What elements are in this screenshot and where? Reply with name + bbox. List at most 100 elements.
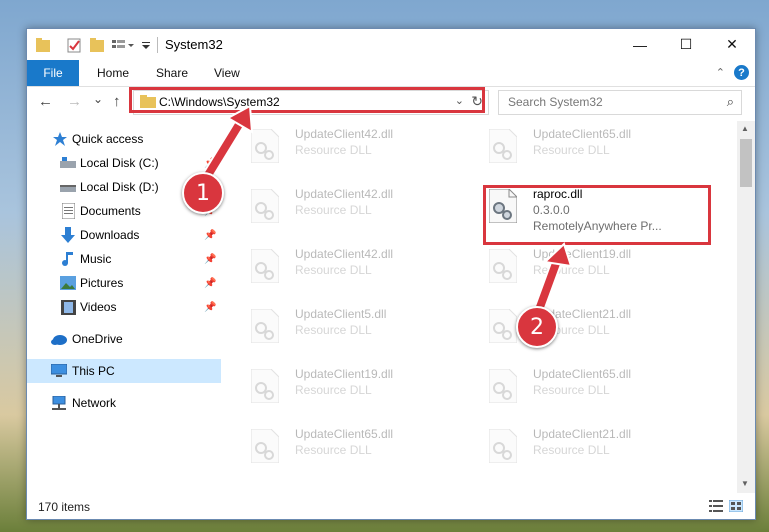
sidebar-item-quick-access[interactable]: Quick access [27, 127, 221, 151]
address-bar[interactable]: C:\Windows\System32 ⌄ ↻ [133, 90, 489, 115]
sidebar-item-pictures[interactable]: Pictures 📌 [27, 271, 221, 295]
file-name: UpdateClient65.dll [533, 367, 632, 381]
computer-icon [51, 363, 67, 379]
cloud-icon [51, 331, 67, 347]
search-icon[interactable]: ⌕ [727, 94, 734, 110]
back-button[interactable]: ← [38, 93, 53, 110]
tab-share[interactable]: Share [156, 60, 188, 86]
up-button[interactable]: ↑ [113, 93, 121, 110]
close-button[interactable]: ✕ [709, 29, 755, 60]
dll-file-icon [489, 369, 517, 403]
pin-icon[interactable]: 📌 [204, 278, 216, 289]
dll-file-icon [251, 309, 279, 343]
tab-file[interactable]: File [27, 60, 79, 86]
customize-toolbar-icon[interactable] [112, 37, 134, 53]
file-name: UpdateClient65.dll [295, 427, 394, 441]
status-bar: 170 items [27, 495, 755, 519]
refresh-icon[interactable]: ↻ [471, 93, 483, 110]
videos-icon [60, 299, 76, 315]
documents-icon [60, 203, 76, 219]
file-tile[interactable]: UpdateClient42.dll Resource DLL [247, 185, 467, 241]
details-view-icon[interactable] [709, 500, 723, 512]
sidebar-item-music[interactable]: Music 📌 [27, 247, 221, 271]
tiles-view-icon[interactable] [729, 500, 743, 512]
file-name: UpdateClient65.dll [533, 127, 632, 141]
sidebar-item-label: Videos [80, 300, 117, 314]
qat-dropdown-icon[interactable] [141, 37, 151, 53]
tab-home[interactable]: Home [97, 60, 129, 86]
sidebar-item-label: OneDrive [72, 332, 123, 346]
file-list: UpdateClient42.dll Resource DLL UpdateCl… [221, 121, 737, 493]
sidebar-item-label: This PC [72, 364, 115, 378]
pin-icon[interactable]: 📌 [204, 302, 216, 313]
scroll-down-icon[interactable]: ▼ [741, 479, 749, 488]
file-tile[interactable]: UpdateClient42.dll Resource DLL [247, 245, 467, 301]
folder-icon [140, 95, 156, 108]
file-tile[interactable]: UpdateClient19.dll Resource DLL [485, 245, 705, 301]
star-icon [52, 131, 68, 147]
sidebar-item-label: Documents [80, 204, 141, 218]
search-box[interactable]: Search System32 ⌕ [498, 90, 742, 115]
file-tile[interactable]: UpdateClient65.dll Resource DLL [485, 125, 705, 181]
help-button[interactable]: ? [734, 65, 749, 80]
file-tile[interactable]: UpdateClient19.dll Resource DLL [247, 365, 467, 421]
forward-button[interactable]: → [67, 93, 82, 110]
file-type: Resource DLL [295, 143, 372, 157]
file-type: Resource DLL [295, 263, 372, 277]
vertical-scrollbar[interactable]: ▲ ▼ [737, 121, 755, 493]
file-name: UpdateClient19.dll [295, 367, 394, 381]
address-dropdown-icon[interactable]: ⌄ [455, 94, 464, 107]
title-bar: System32 — ☐ ✕ [27, 29, 755, 60]
pictures-icon [60, 275, 76, 291]
dll-file-icon [489, 189, 517, 223]
title-separator [157, 37, 158, 53]
recent-locations-button[interactable]: ⌄ [93, 92, 103, 106]
file-name: UpdateClient42.dll [295, 127, 394, 141]
sidebar-item-downloads[interactable]: Downloads 📌 [27, 223, 221, 247]
file-tile[interactable]: UpdateClient5.dll Resource DLL [247, 305, 467, 361]
sidebar-item-label: Quick access [72, 132, 144, 146]
dll-file-icon [251, 129, 279, 163]
file-tile[interactable]: UpdateClient42.dll Resource DLL [247, 125, 467, 181]
file-type: Resource DLL [295, 203, 372, 217]
search-input[interactable]: Search System32 [508, 95, 603, 109]
sidebar-item-network[interactable]: Network [27, 391, 221, 415]
pin-icon[interactable]: 📌 [204, 230, 216, 241]
file-tile[interactable]: UpdateClient65.dll Resource DLL [247, 425, 467, 481]
sidebar-item-onedrive[interactable]: OneDrive [27, 327, 221, 351]
step-1-callout: 1 [182, 172, 224, 214]
sidebar-item-videos[interactable]: Videos 📌 [27, 295, 221, 319]
file-name: UpdateClient19.dll [533, 247, 632, 261]
explorer-window: System32 — ☐ ✕ File Home Share View ⌃ ? … [26, 28, 756, 520]
sidebar-item-label: Pictures [80, 276, 124, 290]
properties-icon[interactable] [67, 37, 81, 53]
pin-icon[interactable]: 📌 [204, 254, 216, 265]
file-company: RemotelyAnywhere Pr... [533, 219, 662, 233]
file-name: UpdateClient42.dll [295, 247, 394, 261]
file-type: Resource DLL [295, 443, 372, 457]
drive-icon [60, 155, 76, 171]
file-tile[interactable]: UpdateClient65.dll Resource DLL [485, 365, 705, 421]
dll-file-icon [251, 429, 279, 463]
file-tile[interactable]: UpdateClient21.dll Resource DLL [485, 425, 705, 481]
address-path: C:\Windows\System32 [159, 95, 280, 109]
sidebar-item-local-disk-c[interactable]: Local Disk (C:) 📌 [27, 151, 221, 175]
file-type: Resource DLL [533, 143, 610, 157]
scrollbar-thumb[interactable] [740, 139, 752, 187]
scroll-up-icon[interactable]: ▲ [741, 124, 749, 133]
network-icon [51, 395, 67, 411]
drive-icon [60, 179, 76, 195]
minimize-button[interactable]: — [617, 29, 663, 60]
collapse-ribbon-icon[interactable]: ⌃ [716, 66, 725, 79]
download-icon [60, 227, 76, 243]
item-count: 170 items [38, 500, 91, 514]
file-name: UpdateClient42.dll [295, 187, 394, 201]
sidebar-item-this-pc[interactable]: This PC [27, 359, 221, 383]
tab-view[interactable]: View [214, 60, 240, 86]
dll-file-icon [489, 129, 517, 163]
file-tile-raproc[interactable]: raproc.dll 0.3.0.0 RemotelyAnywhere Pr..… [485, 185, 705, 241]
dll-file-icon [251, 369, 279, 403]
pin-icon[interactable]: 📌 [204, 158, 216, 169]
maximize-button[interactable]: ☐ [663, 29, 709, 60]
new-folder-icon[interactable] [90, 37, 104, 53]
